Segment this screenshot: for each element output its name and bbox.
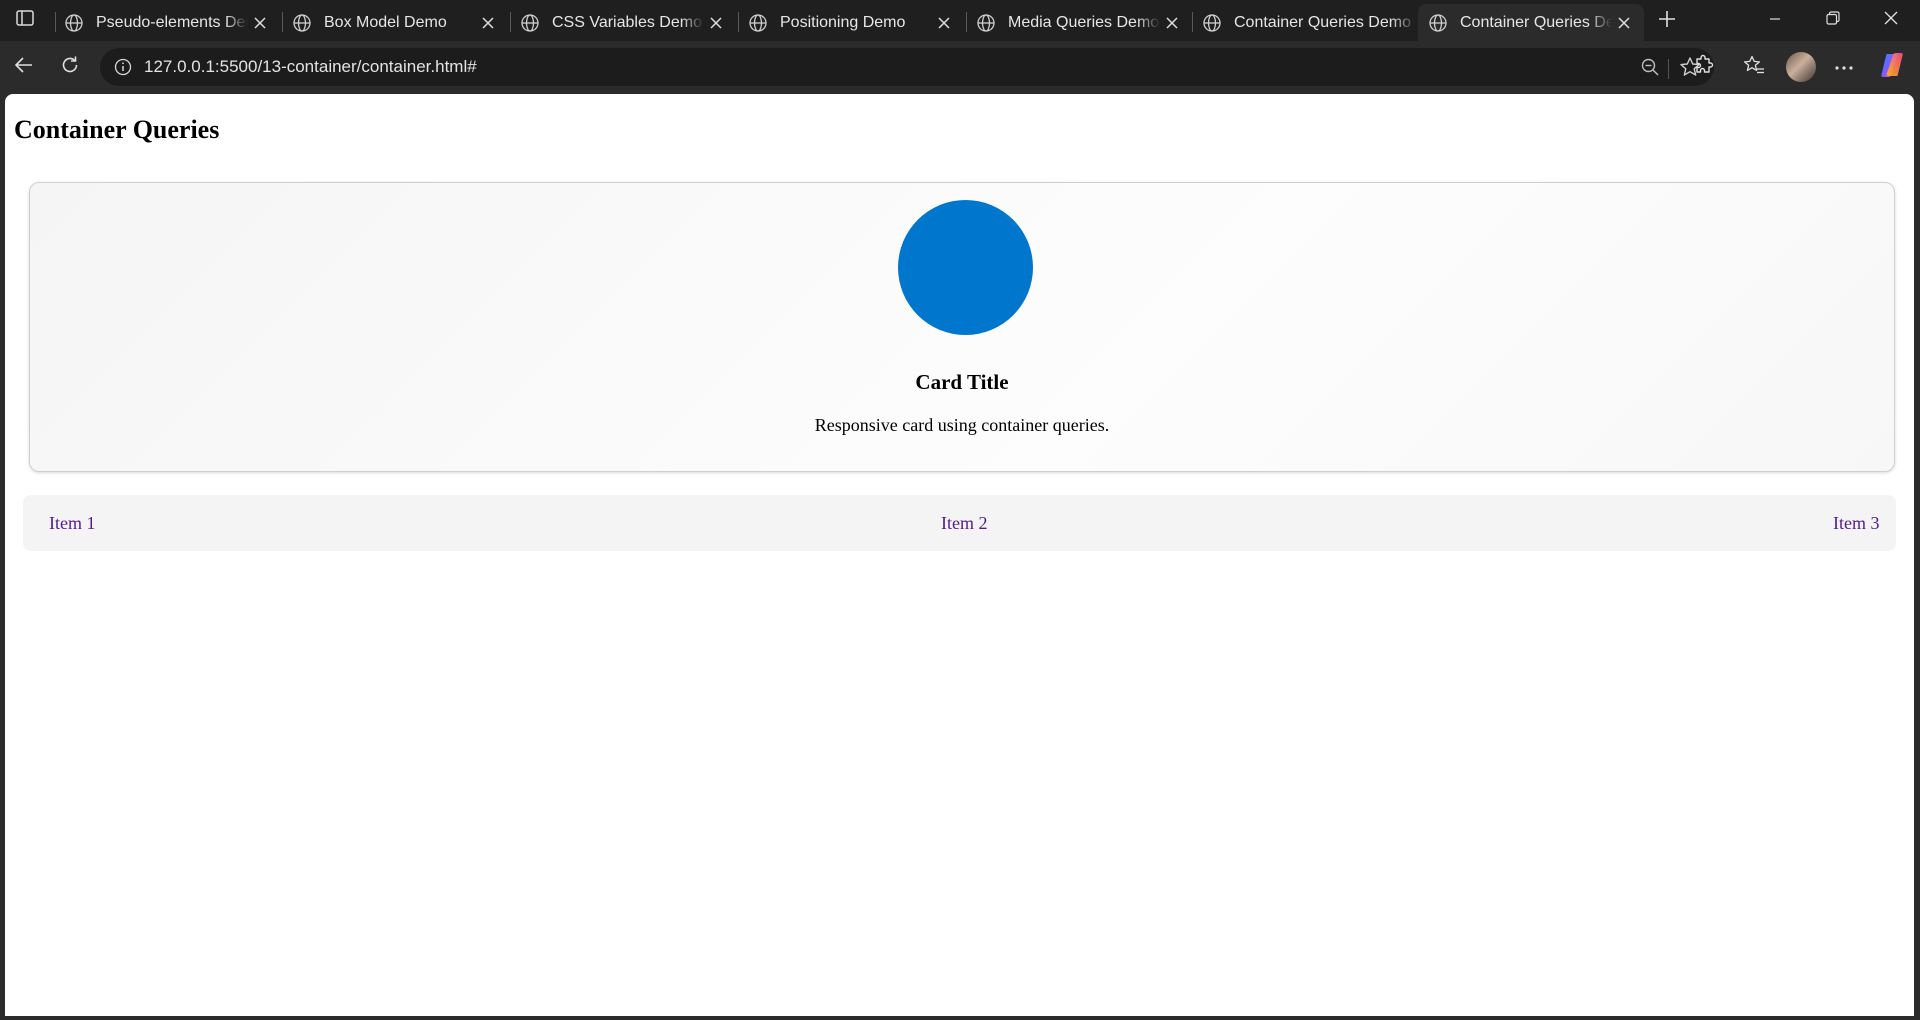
tab-title: Media Queries Demo	[1008, 13, 1160, 31]
close-icon[interactable]	[1612, 11, 1636, 35]
refresh-button[interactable]	[54, 51, 86, 83]
plus-icon	[1658, 10, 1676, 33]
globe-icon	[64, 13, 84, 33]
globe-icon	[292, 13, 312, 33]
globe-icon	[1202, 13, 1222, 33]
sidebar-icon	[16, 9, 34, 31]
profile-avatar[interactable]	[1786, 52, 1816, 82]
card-image-circle	[898, 200, 1033, 335]
refresh-icon	[60, 55, 80, 80]
minimize-icon	[1769, 12, 1781, 30]
page-viewport: Container Queries Card Title Responsive …	[5, 94, 1914, 1016]
item-nav: Item 1 Item 2 Item 3	[23, 495, 1896, 551]
close-icon[interactable]	[476, 11, 500, 35]
more-button[interactable]	[1828, 51, 1860, 83]
toolbar-divider	[1668, 59, 1669, 79]
nav-item-1[interactable]: Item 1	[49, 513, 96, 534]
tab-positioning[interactable]: Positioning Demo	[738, 4, 964, 41]
close-icon[interactable]	[704, 11, 728, 35]
back-button[interactable]	[8, 51, 40, 83]
card-title: Card Title	[915, 370, 1009, 394]
close-icon	[1884, 11, 1898, 30]
tab-title: Container Queries Demo	[1234, 13, 1411, 31]
favorites-icon	[1743, 54, 1765, 81]
globe-icon	[976, 13, 996, 33]
address-bar[interactable]: 127.0.0.1:5500/13-container/container.ht…	[100, 48, 1714, 86]
tab-title: Box Model Demo	[324, 13, 447, 31]
tab-strip: Pseudo-elements Demo Box Model Demo CSS …	[0, 0, 1920, 41]
tab-pseudo-elements[interactable]: Pseudo-elements Demo	[54, 4, 280, 41]
close-window-button[interactable]	[1862, 0, 1920, 41]
globe-icon	[520, 13, 540, 33]
minimize-button[interactable]	[1746, 0, 1804, 41]
favorites-button[interactable]	[1738, 51, 1770, 83]
close-icon[interactable]	[248, 11, 272, 35]
restore-icon	[1826, 11, 1840, 30]
tab-css-variables[interactable]: CSS Variables Demo	[510, 4, 736, 41]
copilot-button[interactable]	[1876, 51, 1908, 83]
back-icon	[14, 55, 34, 80]
tab-title: Positioning Demo	[780, 13, 906, 31]
globe-icon	[1428, 13, 1448, 33]
tab-box-model[interactable]: Box Model Demo	[282, 4, 508, 41]
extensions-icon	[1693, 54, 1715, 81]
close-icon[interactable]	[1160, 11, 1184, 35]
tab-title: Pseudo-elements Demo	[96, 13, 248, 31]
copilot-icon	[1878, 51, 1906, 84]
globe-icon	[748, 13, 768, 33]
extensions-button[interactable]	[1688, 51, 1720, 83]
info-icon[interactable]	[108, 52, 138, 82]
url-text[interactable]: 127.0.0.1:5500/13-container/container.ht…	[144, 57, 1634, 77]
browser-toolbar: 127.0.0.1:5500/13-container/container.ht…	[0, 41, 1920, 93]
more-icon	[1834, 58, 1854, 76]
tab-media-queries[interactable]: Media Queries Demo	[966, 4, 1192, 41]
zoom-out-icon[interactable]	[1634, 51, 1666, 83]
tab-container-queries[interactable]: Container Queries Demo	[1192, 4, 1418, 41]
tab-title: CSS Variables Demo	[552, 13, 702, 31]
tab-title: Container Queries Demo	[1460, 13, 1612, 31]
tab-container-queries-active[interactable]: Container Queries Demo	[1418, 4, 1644, 41]
close-icon[interactable]	[932, 11, 956, 35]
page-title: Container Queries	[14, 115, 220, 144]
sidebar-toggle-button[interactable]	[12, 8, 38, 32]
nav-item-2[interactable]: Item 2	[941, 513, 988, 534]
card-description: Responsive card using container queries.	[814, 415, 1110, 435]
restore-button[interactable]	[1804, 0, 1862, 41]
nav-item-3[interactable]: Item 3	[1833, 513, 1880, 534]
card: Card Title Responsive card using contain…	[29, 182, 1895, 472]
new-tab-button[interactable]	[1652, 6, 1682, 36]
